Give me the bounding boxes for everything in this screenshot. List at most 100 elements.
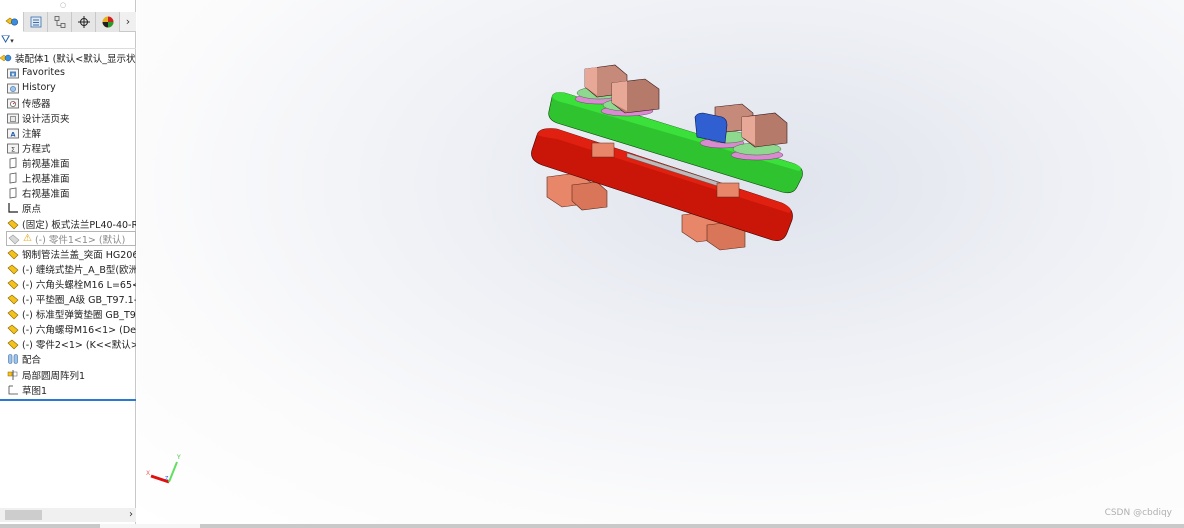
tree-item-history[interactable]: History	[0, 80, 136, 95]
bottom-tab-strip	[0, 524, 1184, 528]
part-icon	[7, 263, 19, 275]
tree-item-mates[interactable]: 配合	[0, 352, 136, 367]
history-folder-icon	[7, 82, 19, 94]
tree-item-label: 右视基准面	[22, 189, 70, 201]
graphics-viewport[interactable]: X Y Z CSDN @cbdiqy	[137, 0, 1184, 524]
filter-dropdown-arrow[interactable]: ▾	[10, 37, 14, 45]
part-icon	[7, 308, 19, 320]
tree-item-circular-pattern[interactable]: 局部圆周阵列1	[0, 367, 136, 382]
tree-item-part-suppressed[interactable]: ⚠ (-) 零件1<1> (默认)	[6, 231, 136, 247]
y-axis-label: Y	[176, 454, 181, 461]
tree-item-label: (-) 六角螺母M16<1> (Def	[22, 325, 136, 337]
part-icon	[7, 338, 19, 350]
watermark-text: CSDN @cbdiqy	[1104, 508, 1172, 518]
tree-item-label: 配合	[22, 355, 42, 367]
solidworks-window: ○ › ⛛▾ 装配体1 (默认<默认_显示状态 ★ Favorites Hist…	[0, 0, 1184, 528]
filter-icon[interactable]: ⛛	[1, 33, 10, 46]
tree-item-favorites[interactable]: ★ Favorites	[0, 65, 136, 80]
equations-icon: Σ	[7, 142, 19, 154]
panel-grip-handle[interactable]: ○	[60, 2, 66, 9]
tree-item-part[interactable]: (-) 平垫圈_A级 GB_T97.1-	[0, 292, 136, 307]
tree-item-part[interactable]: (固定) 板式法兰PL40-40-R	[0, 216, 136, 231]
part-suppressed-icon	[8, 233, 20, 245]
tree-item-part[interactable]: (-) 六角螺母M16<1> (Def	[0, 322, 136, 337]
sketch-icon	[7, 384, 19, 396]
tree-root-assembly[interactable]: 装配体1 (默认<默认_显示状态	[0, 50, 136, 65]
feature-tree: 装配体1 (默认<默认_显示状态 ★ Favorites History 传感器…	[0, 50, 136, 397]
tree-item-label: 方程式	[22, 144, 51, 156]
tree-item-part[interactable]: (-) 标准型弹簧垫圈 GB_T9	[0, 307, 136, 322]
part-icon	[7, 278, 19, 290]
tab-display-manager[interactable]	[96, 12, 120, 32]
tree-item-label: 草图1	[22, 385, 48, 397]
tree-item-sensors[interactable]: 传感器	[0, 95, 136, 110]
tree-item-label: 注解	[22, 129, 42, 141]
tree-item-label: (-) 平垫圈_A级 GB_T97.1-	[22, 295, 136, 307]
tree-item-label: (固定) 板式法兰PL40-40-R	[22, 219, 136, 231]
configuration-manager-icon	[54, 16, 65, 28]
tab-configuration-manager[interactable]	[48, 12, 72, 32]
panel-horizontal-scrollbar[interactable]: ›	[0, 508, 136, 522]
svg-text:A: A	[10, 131, 15, 139]
favorites-folder-icon: ★	[7, 67, 19, 79]
tree-item-annotations[interactable]: A 注解	[0, 125, 136, 140]
tree-item-sketch[interactable]: 草图1	[0, 382, 136, 397]
rollback-bar[interactable]	[0, 399, 136, 401]
plane-icon	[7, 157, 19, 169]
plane-icon	[7, 187, 19, 199]
part-icon	[7, 218, 19, 230]
part-icon	[7, 293, 19, 305]
manager-tabs: ›	[0, 12, 136, 32]
tree-item-label: 前视基准面	[22, 159, 70, 171]
plane-icon	[7, 172, 19, 184]
y-axis	[168, 461, 178, 483]
flange-assembly-model[interactable]	[517, 55, 817, 255]
tree-item-design-binder[interactable]: 设计活页夹	[0, 110, 136, 125]
tree-item-equations[interactable]: Σ 方程式	[0, 141, 136, 156]
tree-item-part[interactable]: 钢制管法兰盖_突面 HG206	[0, 246, 136, 261]
tab-feature-manager[interactable]	[0, 12, 24, 32]
tree-item-part[interactable]: (-) 零件2<1> (K<<默认>_	[0, 337, 136, 352]
svg-text:★: ★	[11, 71, 16, 77]
annotations-icon: A	[7, 127, 19, 139]
tree-item-label: Favorites	[22, 67, 65, 79]
tab-property-manager[interactable]	[24, 12, 48, 32]
tree-item-label: History	[22, 82, 56, 94]
tree-root-label: 装配体1 (默认<默认_显示状态	[15, 53, 136, 65]
tree-item-label: 钢制管法兰盖_突面 HG206	[22, 249, 136, 261]
bottom-tab-active[interactable]	[100, 524, 200, 528]
tree-item-top-plane[interactable]: 上视基准面	[0, 171, 136, 186]
tree-item-part[interactable]: (-) 六角头螺栓M16 L=65<	[0, 276, 136, 291]
tree-item-origin[interactable]: 原点	[0, 201, 136, 216]
part-icon	[7, 248, 19, 260]
mates-icon	[7, 353, 19, 365]
assembly-icon	[0, 52, 12, 64]
tree-item-label: 上视基准面	[22, 174, 70, 186]
property-manager-icon	[30, 16, 41, 28]
reference-triad[interactable]: X Y Z	[137, 448, 187, 488]
tree-item-label: (-) 六角头螺栓M16 L=65<	[22, 279, 136, 291]
feature-manager-panel: ○ › ⛛▾ 装配体1 (默认<默认_显示状态 ★ Favorites Hist…	[0, 0, 136, 528]
feature-manager-icon	[5, 17, 18, 26]
circular-pattern-icon	[7, 369, 19, 381]
svg-text:Σ: Σ	[11, 146, 15, 154]
tabs-overflow-button[interactable]: ›	[120, 12, 136, 31]
z-axis-label: Z	[165, 476, 169, 482]
tree-item-part[interactable]: (-) 缠绕式垫片_A_B型(欧洲	[0, 261, 136, 276]
dimxpert-manager-icon	[77, 16, 90, 28]
scroll-right-arrow[interactable]: ›	[129, 508, 133, 522]
tree-item-right-plane[interactable]: 右视基准面	[0, 186, 136, 201]
display-manager-icon	[102, 16, 113, 28]
tree-filter[interactable]: ⛛▾	[0, 33, 136, 49]
warning-icon: ⚠	[23, 233, 32, 245]
tree-item-front-plane[interactable]: 前视基准面	[0, 156, 136, 171]
tree-item-label: (-) 标准型弹簧垫圈 GB_T9	[22, 310, 136, 322]
tree-item-label: (-) 缠绕式垫片_A_B型(欧洲	[22, 264, 136, 276]
tab-dimxpert-manager[interactable]	[72, 12, 96, 32]
tree-item-label: (-) 零件2<1> (K<<默认>_	[22, 340, 136, 352]
part-icon	[7, 323, 19, 335]
sensors-folder-icon	[7, 97, 19, 109]
origin-icon	[7, 202, 19, 214]
tree-item-label: 局部圆周阵列1	[22, 370, 86, 382]
scrollbar-thumb[interactable]	[5, 510, 42, 520]
